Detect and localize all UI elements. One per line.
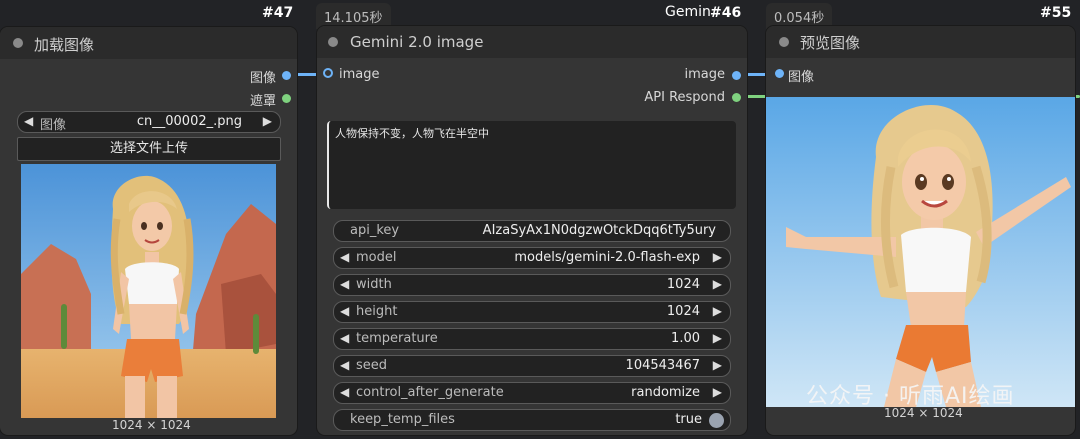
input-socket-image[interactable] xyxy=(775,69,784,78)
node-title: 加载图像 xyxy=(34,36,95,54)
widget-value: true xyxy=(675,412,702,427)
widget-temperature[interactable]: ◀ temperature 1.00 ▶ xyxy=(333,328,731,350)
arrow-right-icon[interactable]: ▶ xyxy=(713,304,722,318)
output-label-mask: 遮罩 xyxy=(249,94,276,109)
image-select-widget[interactable]: ◀ 图像 cn__00002_.png ▶ xyxy=(17,111,281,133)
arrow-right-icon[interactable]: ▶ xyxy=(713,358,722,372)
output-socket-image[interactable] xyxy=(732,71,741,80)
widget-value: 1024 xyxy=(666,304,700,319)
output-label-api-respond: API Respond xyxy=(644,90,725,105)
node-id-46: #46 xyxy=(710,5,742,21)
output-label-image: 图像 xyxy=(249,71,276,86)
arrow-right-icon[interactable]: ▶ xyxy=(713,277,722,291)
widget-label: keep_temp_files xyxy=(350,412,455,427)
toggle-knob-icon[interactable] xyxy=(709,413,724,428)
output-label-image: image xyxy=(684,67,726,82)
output-socket-mask[interactable] xyxy=(282,94,291,103)
collapse-dot-icon[interactable] xyxy=(779,37,789,47)
widget-control-after-generate[interactable]: ◀ control_after_generate randomize ▶ xyxy=(333,382,731,404)
preview-image-node[interactable]: 预览图像 图像 1024 × 1024 xyxy=(766,26,1075,435)
loaded-image-preview xyxy=(21,164,276,418)
arrow-left-icon[interactable]: ◀ xyxy=(340,331,349,345)
input-socket-image[interactable] xyxy=(323,68,333,78)
arrow-right-icon[interactable]: ▶ xyxy=(263,114,272,128)
node-id-prefix: Gemin xyxy=(665,4,711,20)
input-label-image: image xyxy=(339,67,380,82)
arrow-left-icon[interactable]: ◀ xyxy=(340,277,349,291)
node-id-47: #47 xyxy=(262,5,294,21)
node-title: Gemini 2.0 image xyxy=(350,33,484,51)
widget-height[interactable]: ◀ height 1024 ▶ xyxy=(333,301,731,323)
widget-keep-temp-files[interactable]: keep_temp_files true xyxy=(333,409,731,431)
widget-model[interactable]: ◀ model models/gemini-2.0-flash-exp ▶ xyxy=(333,247,731,269)
desert-girl-illustration xyxy=(21,164,276,418)
output-socket-api-respond[interactable] xyxy=(732,93,741,102)
input-label-image: 图像 xyxy=(788,70,815,85)
widget-label: api_key xyxy=(350,223,400,238)
load-image-node[interactable]: 加载图像 图像 遮罩 ◀ 图像 cn__00002_.png ▶ 选择文件上传 xyxy=(0,27,297,435)
widget-width[interactable]: ◀ width 1024 ▶ xyxy=(333,274,731,296)
widget-value: 1024 xyxy=(666,277,700,292)
widget-label: 图像 xyxy=(40,118,67,133)
node-id-55: #55 xyxy=(1040,5,1072,21)
gemini-image-node[interactable]: Gemini 2.0 image image image API Respond… xyxy=(317,26,747,435)
collapse-dot-icon[interactable] xyxy=(328,37,338,47)
widget-label: width xyxy=(356,277,392,292)
widget-label: control_after_generate xyxy=(356,385,504,400)
image-size-caption: 1024 × 1024 xyxy=(112,418,191,432)
widget-value: 104543467 xyxy=(625,358,700,373)
collapse-dot-icon[interactable] xyxy=(13,38,23,48)
upload-file-button[interactable]: 选择文件上传 xyxy=(17,137,281,161)
arrow-left-icon[interactable]: ◀ xyxy=(340,358,349,372)
output-socket-image[interactable] xyxy=(282,71,291,80)
widget-api-key[interactable]: api_key AIzaSyAx1N0dgzwOtckDqq6tTy5ury xyxy=(333,220,731,242)
flying-girl-illustration xyxy=(766,97,1075,407)
widget-seed[interactable]: ◀ seed 104543467 ▶ xyxy=(333,355,731,377)
widget-value: models/gemini-2.0-flash-exp xyxy=(514,250,700,265)
arrow-left-icon[interactable]: ◀ xyxy=(340,250,349,264)
output-image-preview xyxy=(766,97,1075,407)
widget-label: temperature xyxy=(356,331,438,346)
arrow-left-icon[interactable]: ◀ xyxy=(24,114,33,128)
arrow-right-icon[interactable]: ▶ xyxy=(713,250,722,264)
widget-value: cn__00002_.png xyxy=(136,114,242,129)
node-title: 预览图像 xyxy=(800,34,861,52)
widget-value: 1.00 xyxy=(671,331,700,346)
widget-value: randomize xyxy=(631,385,700,400)
arrow-left-icon[interactable]: ◀ xyxy=(340,304,349,318)
arrow-right-icon[interactable]: ▶ xyxy=(713,331,722,345)
widget-value: AIzaSyAx1N0dgzwOtckDqq6tTy5ury xyxy=(482,223,716,238)
arrow-right-icon[interactable]: ▶ xyxy=(713,385,722,399)
arrow-left-icon[interactable]: ◀ xyxy=(340,385,349,399)
prompt-textarea[interactable]: 人物保持不变，人物飞在半空中 xyxy=(327,121,736,209)
widget-label: seed xyxy=(356,358,388,373)
watermark-text: 公众号 · 听雨AI绘画 xyxy=(806,384,1015,409)
widget-label: height xyxy=(356,304,398,319)
widget-label: model xyxy=(356,250,397,265)
